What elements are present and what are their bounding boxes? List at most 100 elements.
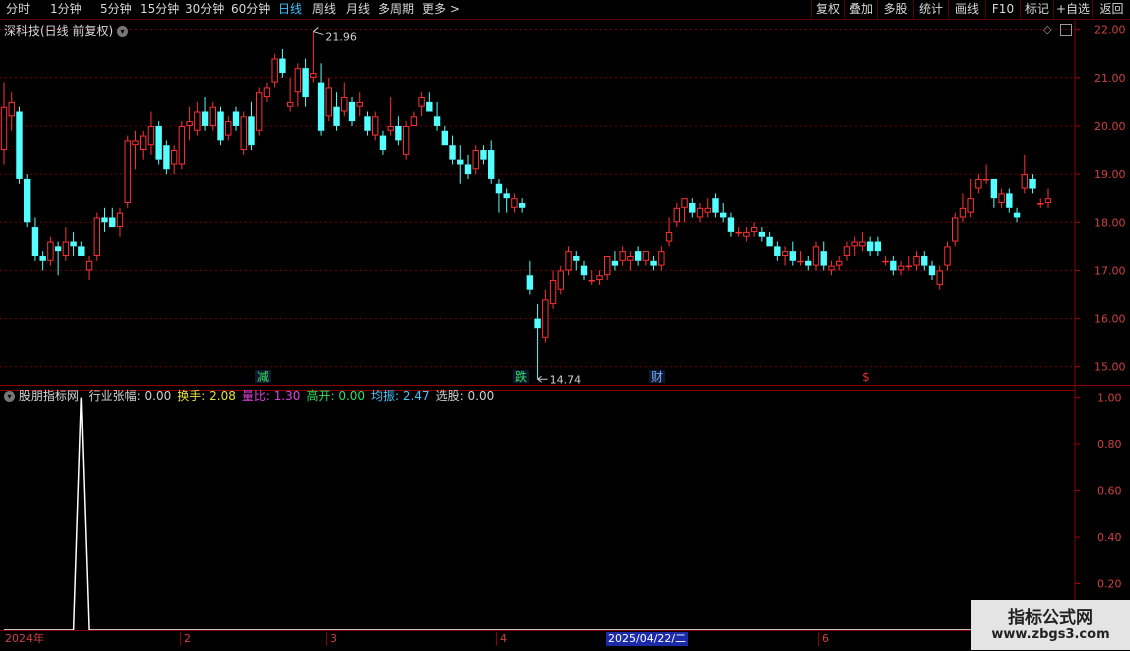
toolbar-button[interactable]: 标记 — [1020, 0, 1053, 19]
toolbar-button[interactable]: +自选 — [1053, 0, 1092, 19]
event-marker: 跌 — [515, 369, 527, 384]
indicator-series-line — [4, 397, 1041, 631]
y-tick-label: 17.00 — [1094, 264, 1126, 277]
candle-body — [31, 227, 39, 256]
toolbar-button[interactable]: 复权 — [811, 0, 844, 19]
indicator-field-label: 量比: — [241, 389, 270, 403]
period-tab[interactable]: 15分钟 — [140, 1, 179, 18]
toolbar-button[interactable]: 画线 — [948, 0, 985, 19]
candle — [828, 260, 835, 276]
candle-body — [828, 265, 835, 271]
candle-body — [750, 227, 758, 232]
candle — [39, 251, 46, 271]
period-tab[interactable]: 60分钟 — [231, 1, 270, 18]
toolbar-button[interactable]: F10 — [985, 0, 1020, 19]
indicator-name[interactable]: 股朋指标网 — [19, 389, 79, 403]
indicator-toggle-icon[interactable]: ▾ — [4, 391, 15, 402]
candle — [140, 130, 147, 160]
candle — [797, 251, 804, 266]
toolbar-button[interactable]: 多股 — [877, 0, 913, 19]
low-price-label: 14.74 — [550, 373, 582, 386]
candle — [913, 251, 920, 271]
candle-body — [565, 251, 572, 271]
period-tab-active[interactable]: 日线 — [278, 1, 302, 18]
candle-body — [464, 164, 472, 175]
candle — [928, 260, 936, 281]
indicator-field: 量比: 1.30 — [242, 389, 301, 403]
candle — [611, 251, 619, 271]
candle — [449, 135, 456, 165]
candle-body — [85, 260, 93, 271]
candle-body — [24, 178, 31, 223]
period-tab[interactable]: 1分钟 — [50, 1, 82, 18]
period-tab[interactable]: 多周期 — [378, 1, 414, 18]
candle-body — [155, 125, 162, 160]
candle — [627, 251, 634, 271]
candle-body — [364, 116, 371, 131]
candle — [704, 198, 711, 218]
candle-body — [147, 125, 155, 146]
candle — [750, 222, 758, 237]
candle — [882, 255, 889, 266]
period-tab[interactable]: 30分钟 — [185, 1, 224, 18]
candle-body — [232, 111, 240, 126]
high-arrow — [313, 27, 324, 36]
y-tick-label: 15.00 — [1094, 361, 1126, 374]
candle-body — [1013, 212, 1021, 218]
indicator-panel[interactable]: 1.00 0.80 0.60 0.40 0.20 ▾ 股朋指标网 行业张幅: 0.00 换… — [0, 386, 1130, 631]
candle-body — [859, 241, 866, 247]
candle-body — [557, 270, 564, 290]
candle — [596, 270, 603, 285]
candle-body — [805, 260, 812, 266]
candle — [634, 246, 642, 266]
candle — [650, 255, 657, 271]
candle — [1006, 188, 1013, 213]
panel-toggle-icon[interactable] — [1060, 24, 1072, 36]
candle-body — [727, 217, 735, 232]
candle — [317, 63, 325, 136]
y-tick-label: 22.00 — [1094, 24, 1126, 37]
candlestick-plot[interactable]: 22.00 21.00 20.00 19.00 18.00 17.00 16.00 15.00… — [0, 20, 1130, 386]
candle-body — [604, 255, 611, 276]
candle — [286, 77, 294, 112]
time-label: 3 — [326, 632, 337, 646]
candle — [890, 255, 897, 276]
candle — [542, 289, 549, 343]
candle — [689, 198, 696, 218]
candle — [712, 193, 719, 218]
toolbar-button[interactable]: 统计 — [913, 0, 948, 19]
candle-body — [341, 97, 348, 112]
candle-body — [170, 150, 178, 165]
toolbar-button[interactable]: 返回 — [1092, 0, 1130, 19]
candle — [604, 255, 611, 281]
candle — [387, 97, 394, 136]
candle — [480, 145, 487, 165]
period-tab[interactable]: 周线 — [312, 1, 336, 18]
candle — [178, 121, 186, 170]
candle-body — [387, 125, 394, 131]
indicator-field: 行业张幅: 0.00 — [89, 389, 172, 403]
period-tab[interactable]: 月线 — [346, 1, 370, 18]
period-tab[interactable]: 5分钟 — [100, 1, 132, 18]
indicator-plot[interactable]: 1.00 0.80 0.60 0.40 0.20 — [0, 386, 1130, 631]
candle — [410, 111, 418, 126]
candle — [124, 135, 131, 208]
candle-body — [248, 116, 255, 146]
candle-body — [766, 236, 773, 247]
candle — [341, 82, 348, 117]
period-tab[interactable]: 分时 — [6, 1, 30, 18]
more-menu[interactable]: 更多 > — [422, 1, 460, 18]
candle-body — [286, 101, 294, 107]
toolbar-button[interactable]: 叠加 — [844, 0, 877, 19]
y-tick-label: 16.00 — [1094, 313, 1126, 326]
time-axis: 2024年 2 3 4 6 2025/04/22/二 — [0, 630, 1130, 651]
chevron-down-icon[interactable]: ▾ — [117, 26, 129, 37]
diamond-icon[interactable]: ◇ — [1043, 23, 1051, 36]
main-price-chart[interactable]: 22.00 21.00 20.00 19.00 18.00 17.00 16.00 15.00… — [0, 20, 1130, 386]
y-tick-label: 0.60 — [1097, 485, 1122, 498]
candle-body — [689, 203, 696, 213]
candle — [263, 82, 271, 102]
candle — [78, 241, 85, 256]
candle — [789, 241, 796, 266]
candle — [271, 53, 278, 88]
